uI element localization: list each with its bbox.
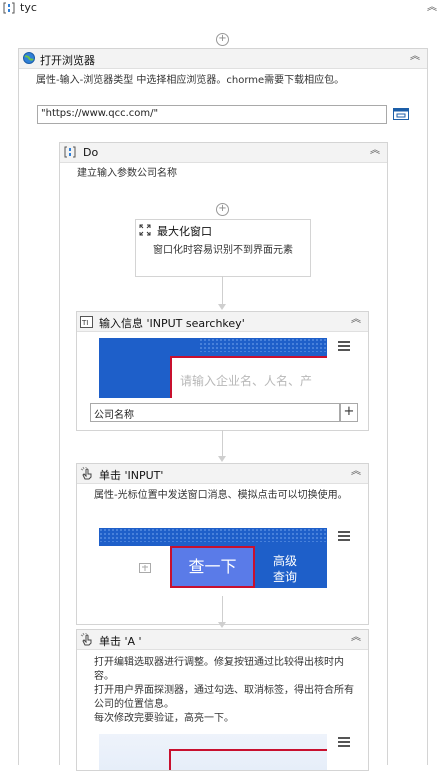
preview-dotted-band — [199, 338, 327, 352]
click-input-preview-image: 查一下 高级 查询 — [99, 528, 327, 588]
add-activity-plus-icon[interactable]: + — [216, 33, 229, 46]
click-a-desc: 打开编辑选取器进行调整。修复按钮通过比较得出核时内容。 打开用户界面探测器，通过… — [94, 657, 354, 724]
maximize-title: 最大化窗口 — [157, 225, 212, 238]
hamburger-menu-icon[interactable] — [337, 736, 351, 748]
url-value: "https://www.qcc.com/" — [41, 108, 159, 119]
root-sequence-header[interactable]: tyc ︽ — [0, 0, 445, 16]
type-into-value: 公司名称 — [94, 410, 134, 421]
connector-arrow — [218, 304, 226, 310]
text-input-icon: TI — [80, 316, 93, 328]
type-into-titlebar[interactable]: TI 输入信息 'INPUT searchkey' ︽ — [77, 312, 368, 332]
open-browser-titlebar[interactable]: 打开浏览器 ︽ — [19, 49, 427, 69]
collapse-click-input-icon[interactable]: ︽ — [350, 466, 362, 478]
click-a-activity[interactable]: 单击 'A ' ︽ 打开编辑选取器进行调整。修复按钮通过比较得出核时内容。 打开… — [76, 629, 369, 771]
click-hand-icon — [80, 466, 93, 480]
svg-text:TI: TI — [81, 319, 88, 327]
connector-arrow — [218, 622, 226, 628]
add-expression-plus-icon[interactable]: + — [340, 403, 358, 422]
root-title: tyc — [20, 1, 37, 14]
sequence-icon — [64, 146, 76, 158]
type-into-preview-image: 请输入企业名、人名、产 — [99, 338, 327, 398]
browser-globe-icon — [23, 52, 35, 64]
preview-white-area — [99, 546, 170, 588]
url-input[interactable]: "https://www.qcc.com/" — [37, 105, 387, 124]
click-a-titlebar[interactable]: 单击 'A ' ︽ — [77, 630, 368, 650]
type-into-activity[interactable]: TI 输入信息 'INPUT searchkey' ︽ 请输入企业名、人名、产 … — [76, 311, 369, 431]
maximize-desc: 窗口化时容易识别不到界面元素 — [153, 245, 293, 256]
collapse-do-icon[interactable]: ︽ — [369, 145, 381, 157]
preview-search-button: 查一下 — [170, 546, 255, 588]
hamburger-menu-icon[interactable] — [337, 530, 351, 542]
preview-highlight-box — [169, 749, 327, 770]
do-title: Do — [83, 146, 99, 159]
click-input-titlebar[interactable]: 单击 'INPUT' ︽ — [77, 464, 368, 484]
preview-placeholder: 请输入企业名、人名、产 — [180, 374, 313, 388]
preview-advanced-search: 高级 查询 — [273, 554, 298, 584]
type-into-text-field[interactable]: 公司名称 — [90, 403, 340, 422]
do-titlebar[interactable]: Do ︽ — [60, 143, 387, 163]
maximize-titlebar[interactable]: 最大化窗口 — [136, 220, 310, 239]
connector-line — [222, 596, 223, 623]
browser-window-icon[interactable] — [393, 108, 409, 120]
add-activity-plus-icon[interactable]: + — [216, 203, 229, 216]
do-desc: 建立输入参数公司名称 — [77, 168, 177, 179]
collapse-root-icon[interactable]: ︽ — [427, 0, 437, 16]
open-browser-desc: 属性-输入-浏览器类型 中选择相应浏览器。chorme需要下载相应包。 — [36, 75, 345, 86]
collapse-type-into-icon[interactable]: ︽ — [350, 314, 362, 326]
open-browser-title: 打开浏览器 — [40, 54, 95, 67]
maximize-window-activity[interactable]: 最大化窗口 窗口化时容易识别不到界面元素 — [135, 219, 311, 277]
preview-dotted-band — [99, 528, 327, 542]
preview-small-icon — [139, 562, 151, 574]
connector-arrow — [218, 456, 226, 462]
click-hand-icon — [80, 632, 93, 646]
collapse-click-a-icon[interactable]: ︽ — [350, 632, 362, 644]
click-a-title: 单击 'A ' — [99, 635, 142, 648]
click-input-desc: 属性-光标位置中发送窗口消息、模拟点击可以切换使用。 — [94, 490, 348, 501]
connector-line — [222, 430, 223, 457]
maximize-icon — [139, 224, 151, 236]
hamburger-menu-icon[interactable] — [337, 340, 351, 352]
connector-line — [222, 276, 223, 305]
collapse-open-browser-icon[interactable]: ︽ — [409, 51, 421, 63]
sequence-icon — [3, 2, 15, 14]
click-input-title: 单击 'INPUT' — [99, 469, 164, 482]
click-a-preview-image — [99, 734, 327, 770]
type-into-title: 输入信息 'INPUT searchkey' — [99, 317, 245, 330]
preview-search-box: 请输入企业名、人名、产 — [170, 356, 327, 398]
